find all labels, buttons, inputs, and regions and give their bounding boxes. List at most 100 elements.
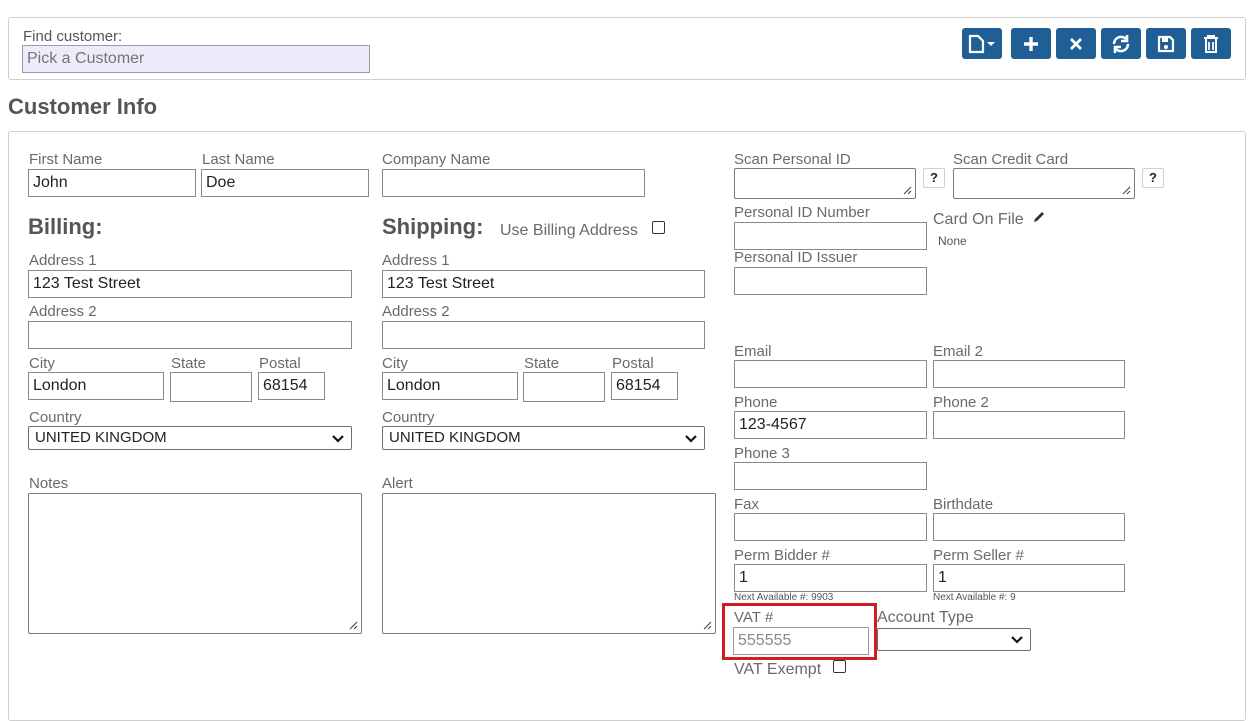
- first-name-label: First Name: [29, 151, 103, 168]
- find-customer-input[interactable]: [22, 45, 370, 73]
- phone2-label: Phone 2: [933, 394, 989, 411]
- personal-id-issuer-input[interactable]: [734, 267, 927, 295]
- notes-textarea[interactable]: [28, 493, 362, 634]
- scan-personal-id-textarea[interactable]: [734, 168, 916, 199]
- perm-seller-input[interactable]: [933, 564, 1125, 592]
- refresh-icon: [1112, 34, 1130, 53]
- billing-address1-label: Address 1: [29, 252, 97, 269]
- shipping-heading: Shipping:: [382, 214, 484, 239]
- personal-id-issuer-label: Personal ID Issuer: [734, 249, 858, 266]
- resize-grip-icon: [903, 186, 912, 195]
- shipping-country-label: Country: [382, 409, 435, 426]
- billing-postal-label: Postal: [259, 355, 301, 372]
- billing-postal-input[interactable]: [258, 372, 325, 400]
- scan-credit-card-label: Scan Credit Card: [953, 151, 1069, 168]
- billing-country-value: UNITED KINGDOM: [35, 429, 167, 446]
- shipping-postal-input[interactable]: [611, 372, 678, 400]
- last-name-input[interactable]: [201, 169, 369, 197]
- personal-id-number-input[interactable]: [734, 222, 927, 250]
- save-icon: [1157, 35, 1175, 52]
- vat-exempt-label: VAT Exempt: [734, 661, 822, 678]
- billing-state-label: State: [171, 355, 207, 372]
- resize-grip-icon: [703, 621, 712, 630]
- billing-country-label: Country: [29, 409, 82, 426]
- personal-id-number-label: Personal ID Number: [734, 204, 870, 221]
- phone-label: Phone: [734, 394, 778, 411]
- vat-label: VAT #: [734, 609, 774, 626]
- scan-credit-card-textarea[interactable]: [953, 168, 1135, 199]
- shipping-address1-label: Address 1: [382, 252, 450, 269]
- billing-state-input[interactable]: [170, 372, 252, 402]
- shipping-address2-label: Address 2: [382, 303, 450, 320]
- card-on-file-value: None: [938, 234, 967, 248]
- birthdate-input[interactable]: [933, 513, 1125, 541]
- phone-input[interactable]: [734, 411, 927, 439]
- perm-bidder-next-available: Next Available #: 9903: [734, 592, 834, 603]
- vat-exempt-checkbox[interactable]: [833, 660, 846, 673]
- use-billing-address-label: Use Billing Address: [500, 222, 638, 239]
- resize-grip-icon: [349, 621, 358, 630]
- birthdate-label: Birthdate: [933, 496, 994, 513]
- notes-label: Notes: [29, 475, 69, 492]
- add-button[interactable]: [1011, 28, 1051, 59]
- billing-address1-input[interactable]: [28, 270, 352, 298]
- find-customer-label: Find customer:: [23, 28, 123, 45]
- pencil-icon[interactable]: [1032, 210, 1046, 224]
- close-icon: [1070, 37, 1082, 50]
- close-button[interactable]: [1056, 28, 1096, 59]
- company-name-label: Company Name: [382, 151, 491, 168]
- refresh-button[interactable]: [1101, 28, 1141, 59]
- billing-address2-label: Address 2: [29, 303, 97, 320]
- billing-country-select[interactable]: UNITED KINGDOM: [28, 426, 352, 450]
- resize-grip-icon: [1122, 186, 1131, 195]
- scan-personal-id-label: Scan Personal ID: [734, 151, 851, 168]
- fax-input[interactable]: [734, 513, 927, 541]
- email-label: Email: [734, 343, 772, 360]
- shipping-city-label: City: [382, 355, 408, 372]
- plus-icon: [1024, 36, 1038, 51]
- billing-address2-input[interactable]: [28, 321, 352, 349]
- save-button[interactable]: [1146, 28, 1186, 59]
- delete-button[interactable]: [1191, 28, 1231, 59]
- perm-seller-label: Perm Seller #: [933, 547, 1024, 564]
- fax-label: Fax: [734, 496, 760, 513]
- shipping-postal-label: Postal: [612, 355, 654, 372]
- billing-city-input[interactable]: [28, 372, 164, 400]
- billing-heading: Billing:: [28, 214, 103, 239]
- perm-bidder-label: Perm Bidder #: [734, 547, 830, 564]
- shipping-city-input[interactable]: [382, 372, 518, 400]
- first-name-input[interactable]: [28, 169, 196, 197]
- account-type-select[interactable]: [877, 628, 1031, 651]
- shipping-address1-input[interactable]: [382, 270, 705, 298]
- phone3-input[interactable]: [734, 462, 927, 490]
- chevron-down-icon: [332, 435, 344, 443]
- phone2-input[interactable]: [933, 411, 1125, 439]
- shipping-state-input[interactable]: [523, 372, 605, 402]
- perm-bidder-input[interactable]: [734, 564, 927, 592]
- trash-icon: [1204, 34, 1218, 53]
- alert-textarea[interactable]: [382, 493, 716, 634]
- vat-input[interactable]: [733, 627, 869, 655]
- scan-personal-id-help-button[interactable]: ?: [923, 168, 945, 188]
- use-billing-address-checkbox[interactable]: [652, 221, 665, 234]
- alert-label: Alert: [382, 475, 413, 492]
- shipping-state-label: State: [524, 355, 560, 372]
- shipping-country-value: UNITED KINGDOM: [389, 429, 521, 446]
- email2-label: Email 2: [933, 343, 984, 360]
- scan-credit-card-help-button[interactable]: ?: [1142, 168, 1164, 188]
- perm-seller-next-available: Next Available #: 9: [933, 592, 1016, 603]
- account-type-label: Account Type: [877, 609, 974, 626]
- company-name-input[interactable]: [382, 169, 645, 197]
- shipping-country-select[interactable]: UNITED KINGDOM: [382, 426, 705, 450]
- chevron-down-icon: [685, 435, 697, 443]
- page-title: Customer Info: [8, 94, 158, 119]
- last-name-label: Last Name: [202, 151, 275, 168]
- new-document-dropdown-icon: [968, 34, 995, 53]
- email-input[interactable]: [734, 360, 927, 388]
- card-on-file-label: Card On File: [933, 211, 1024, 228]
- new-document-menu-button[interactable]: [962, 28, 1002, 59]
- email2-input[interactable]: [933, 360, 1125, 388]
- chevron-down-icon: [1011, 636, 1023, 644]
- phone3-label: Phone 3: [734, 445, 790, 462]
- shipping-address2-input[interactable]: [382, 321, 705, 349]
